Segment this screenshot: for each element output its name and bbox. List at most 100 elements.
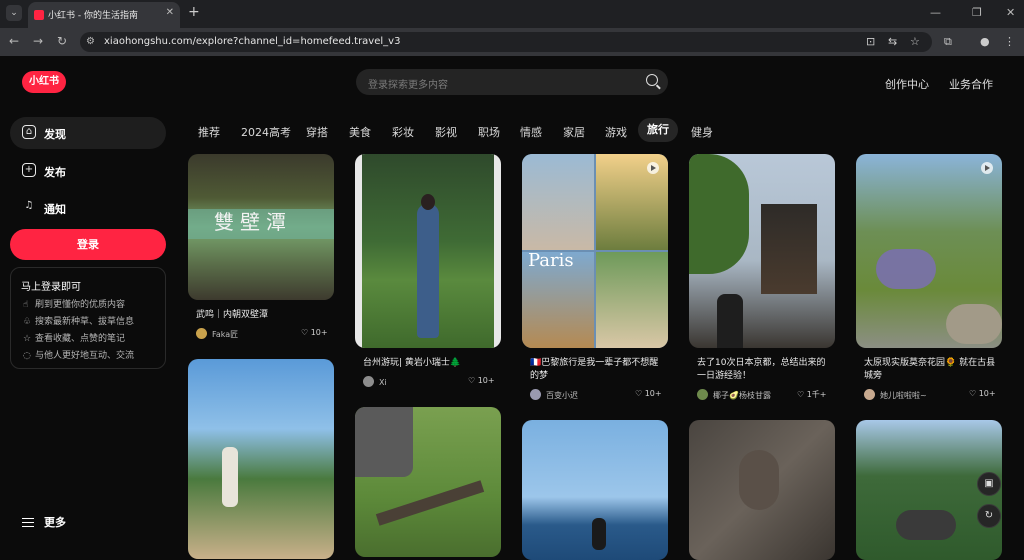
note-author[interactable]: Xi — [363, 376, 387, 387]
close-window-button[interactable]: ✕ — [1006, 6, 1015, 19]
menu-icon[interactable]: ⋮ — [1004, 35, 1015, 48]
refresh-icon: ↻ — [984, 510, 994, 521]
note-cover-image[interactable] — [856, 154, 1002, 348]
note-cover-image[interactable] — [188, 359, 334, 559]
thumb-icon: ☝ — [23, 300, 29, 310]
more-menu-button[interactable]: 更多 — [22, 514, 66, 530]
tab-close-icon[interactable]: ✕ — [166, 7, 174, 18]
hamburger-icon — [22, 518, 34, 527]
promo-line: ☝ 刷到更懂你的优质内容 — [23, 300, 126, 310]
video-play-icon — [647, 162, 659, 174]
note-cover-image[interactable] — [689, 154, 835, 348]
channel-tab[interactable]: 情感 — [520, 124, 542, 140]
like-count[interactable]: ♡ 10+ — [969, 389, 996, 398]
image-icon: ▣ — [984, 478, 994, 489]
search-icon[interactable] — [646, 74, 658, 86]
star-icon: ☆ — [23, 334, 32, 344]
maximize-button[interactable]: ❐ — [972, 6, 982, 19]
tab-strip: ⌄ 小红书 - 你的生活指南 ✕ + — ❐ ✕ — [0, 0, 1024, 28]
channel-tab[interactable]: 2024高考 — [241, 124, 291, 140]
channel-tab[interactable]: 穿搭 — [306, 124, 328, 140]
search-input[interactable]: 登录探索更多内容 — [356, 69, 668, 95]
sidebar-item-label: 通知 — [44, 203, 66, 216]
back-button[interactable]: ← — [9, 34, 19, 48]
channel-tab-active[interactable]: 旅行 — [638, 118, 678, 142]
note-cover-image[interactable] — [689, 420, 835, 560]
note-cover-image[interactable] — [355, 407, 501, 557]
extensions-icon[interactable]: ⧉ — [944, 35, 952, 49]
avatar — [363, 376, 374, 387]
channel-tab[interactable]: 职场 — [478, 124, 500, 140]
avatar — [864, 389, 875, 400]
bookmark-star-icon[interactable]: ☆ — [910, 35, 920, 48]
note-author[interactable]: 百变小迟 — [530, 389, 578, 401]
new-tab-button[interactable]: + — [188, 4, 200, 20]
business-link[interactable]: 业务合作 — [949, 76, 993, 92]
refresh-button[interactable]: ↻ — [977, 504, 1001, 528]
tab-title: 小红书 - 你的生活指南 — [48, 11, 138, 21]
browser-toolbar: ← → ↻ ⚙ xiaohongshu.com/explore?channel_… — [0, 28, 1024, 56]
video-play-icon — [981, 162, 993, 174]
image-mode-button[interactable]: ▣ — [977, 472, 1001, 496]
channel-tab[interactable]: 健身 — [691, 124, 713, 140]
cover-overlay-text: Paris — [528, 250, 574, 271]
promo-line: ♧ 搜索最新种草、拔草信息 — [23, 317, 135, 327]
avatar — [697, 389, 708, 400]
note-cover-image[interactable] — [522, 420, 668, 560]
browser-tab[interactable]: 小红书 - 你的生活指南 ✕ — [28, 2, 180, 28]
search-placeholder: 登录探索更多内容 — [368, 80, 448, 91]
site-info-icon[interactable]: ⚙ — [86, 36, 95, 47]
translate-icon[interactable]: ⇆ — [888, 35, 897, 48]
note-cover-image[interactable]: 雙壁潭 — [188, 154, 334, 300]
login-promo-box: 马上登录即可 ☝ 刷到更懂你的优质内容 ♧ 搜索最新种草、拔草信息 ☆ 查看收藏、点赞… — [10, 267, 166, 369]
channel-tab[interactable]: 彩妆 — [392, 124, 414, 140]
heart-icon: ♡ — [969, 389, 977, 398]
address-bar[interactable]: ⚙ xiaohongshu.com/explore?channel_id=hom… — [80, 32, 932, 52]
sidebar-item-label: 发布 — [44, 166, 66, 179]
note-cover-image[interactable] — [355, 154, 501, 348]
channel-tab[interactable]: 影视 — [435, 124, 457, 140]
like-count[interactable]: ♡ 1千+ — [797, 389, 827, 400]
note-author[interactable]: 椰子🥑杨枝甘露 — [697, 389, 771, 401]
like-count[interactable]: ♡ 10+ — [301, 328, 328, 337]
like-count[interactable]: ♡ 10+ — [468, 376, 495, 385]
note-title[interactable]: 🇫🇷巴黎旅行是我一辈子都不想醒的梦 — [530, 357, 664, 383]
heart-icon: ♡ — [797, 390, 805, 399]
heart-icon: ♡ — [635, 389, 643, 398]
note-cover-image[interactable]: Paris — [522, 154, 668, 348]
note-author[interactable]: Faka匠 — [196, 328, 238, 340]
channel-tab[interactable]: 家居 — [563, 124, 585, 140]
tab-search-button[interactable]: ⌄ — [6, 5, 22, 21]
heart-icon: ♡ — [468, 376, 476, 385]
minimize-button[interactable]: — — [930, 6, 941, 19]
sidebar-item-discover[interactable]: ⌂ 发现 — [10, 117, 166, 149]
chat-icon: ◌ — [23, 351, 31, 361]
login-button[interactable]: 登录 — [10, 229, 166, 260]
note-author[interactable]: 她儿啦啦啦~ — [864, 389, 927, 401]
note-title[interactable]: 太原现实版莫奈花园🌻 就在古县城旁 — [864, 357, 998, 383]
avatar — [196, 328, 207, 339]
sidebar-item-publish[interactable]: + 发布 — [10, 155, 166, 187]
url-text[interactable]: xiaohongshu.com/explore?channel_id=homef… — [104, 36, 400, 47]
note-title[interactable]: 武鸣｜内朝双壁潭 — [196, 309, 326, 322]
creator-center-link[interactable]: 创作中心 — [885, 76, 929, 92]
channel-tab[interactable]: 推荐 — [198, 124, 220, 140]
logo[interactable]: 小红书 — [22, 71, 66, 93]
note-title[interactable]: 去了10次日本京都，总结出来的一日游经验！ — [697, 357, 831, 383]
browser-chrome: ⌄ 小红书 - 你的生活指南 ✕ + — ❐ ✕ ← → ↻ ⚙ xiaohon… — [0, 0, 1024, 56]
sidebar-item-notifications[interactable]: ♫ 通知 — [10, 192, 166, 224]
bell-icon: ♫ — [24, 200, 34, 211]
reload-button[interactable]: ↻ — [57, 34, 67, 48]
plus-icon: + — [22, 163, 36, 177]
channel-tab[interactable]: 美食 — [349, 124, 371, 140]
channel-tab[interactable]: 游戏 — [605, 124, 627, 140]
promo-title: 马上登录即可 — [21, 282, 81, 293]
like-count[interactable]: ♡ 10+ — [635, 389, 662, 398]
install-icon[interactable]: ⊡ — [866, 35, 875, 48]
promo-line: ◌ 与他人更好地互动、交流 — [23, 351, 135, 361]
profile-icon[interactable]: ● — [980, 35, 990, 48]
avatar — [530, 389, 541, 400]
forward-button[interactable]: → — [33, 34, 43, 48]
favicon-icon — [34, 10, 44, 20]
note-title[interactable]: 台州游玩| 黄岩小瑞士🌲 — [363, 357, 493, 370]
